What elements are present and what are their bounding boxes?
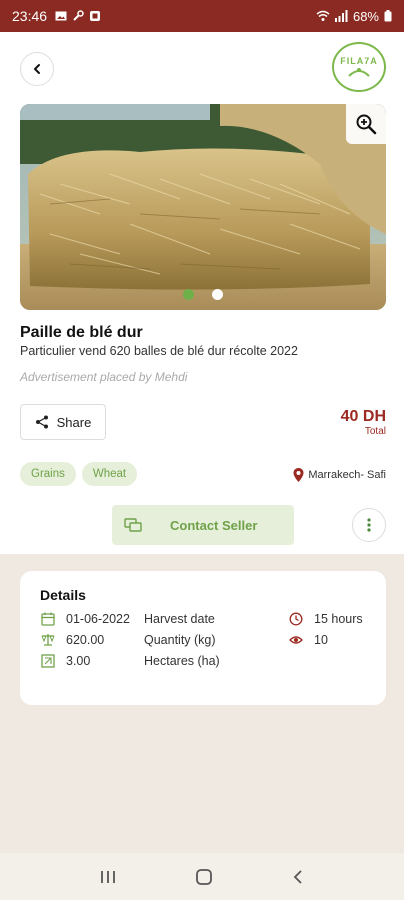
view-count-value: 10 xyxy=(314,633,328,647)
system-navigation-bar xyxy=(0,853,404,900)
location-label: Marrakech- Safi xyxy=(293,468,386,482)
leaf-icon xyxy=(348,68,370,77)
tool-icon xyxy=(73,10,84,21)
signal-icon xyxy=(334,10,348,22)
posted-time-value: 15 hours xyxy=(314,612,363,626)
calendar-icon xyxy=(40,611,56,627)
status-bar: 23:46 68% xyxy=(0,0,404,32)
carousel-dot[interactable] xyxy=(212,289,223,300)
battery-percent: 68% xyxy=(352,8,379,24)
detail-label: Quantity (kg) xyxy=(144,633,216,647)
price-label: Total xyxy=(364,426,386,437)
chevron-left-icon xyxy=(34,64,40,74)
back-nav-icon[interactable] xyxy=(291,869,305,885)
logo-text: FILA7A xyxy=(340,56,378,66)
share-button[interactable]: Share xyxy=(20,404,106,440)
tag-list: Grains Wheat xyxy=(20,462,138,486)
straw-bale-image xyxy=(20,104,386,310)
back-button[interactable] xyxy=(20,52,54,86)
detail-row-quantity: 620.00 Quantity (kg) xyxy=(40,632,216,648)
zoom-button[interactable] xyxy=(346,104,386,144)
detail-posted-time: 15 hours xyxy=(288,611,363,627)
brand-logo: FILA7A xyxy=(332,42,386,92)
detail-label: Hectares (ha) xyxy=(144,654,220,668)
carousel-indicators xyxy=(20,289,386,300)
scale-icon xyxy=(40,632,56,648)
share-icon xyxy=(35,415,48,429)
area-icon xyxy=(40,653,56,669)
more-options-button[interactable] xyxy=(352,508,386,542)
recent-apps-icon[interactable] xyxy=(99,869,117,885)
contact-seller-label: Contact Seller xyxy=(170,517,258,533)
detail-value: 3.00 xyxy=(66,654,91,668)
product-image-carousel[interactable] xyxy=(20,104,386,310)
wifi-icon xyxy=(316,10,330,21)
location-text: Marrakech- Safi xyxy=(308,469,386,481)
detail-value: 01-06-2022 xyxy=(66,612,130,626)
listing-section: FILA7A Paille de blé dur Particulier ven… xyxy=(0,32,404,554)
detail-row-harvest-date: 01-06-2022 Harvest date xyxy=(40,611,215,627)
tag-chip[interactable]: Grains xyxy=(20,462,76,486)
share-label: Share xyxy=(56,414,92,430)
zoom-in-icon xyxy=(356,114,377,135)
detail-value: 620.00 xyxy=(66,633,105,647)
chat-icon xyxy=(124,518,142,532)
tag-chip[interactable]: Wheat xyxy=(81,462,138,486)
placed-by-text: Advertisement placed by Mehdi xyxy=(20,370,188,384)
location-pin-icon xyxy=(293,468,304,482)
detail-row-hectares: 3.00 Hectares (ha) xyxy=(40,653,220,669)
details-title: Details xyxy=(40,587,86,603)
details-card: Details 01-06-2022 Harvest date 620.00 Q… xyxy=(20,571,386,705)
clock-icon xyxy=(288,611,304,627)
carousel-dot[interactable] xyxy=(183,289,194,300)
contact-seller-button[interactable]: Contact Seller xyxy=(112,505,294,545)
listing-title: Paille de blé dur xyxy=(20,324,143,341)
status-time: 23:46 xyxy=(12,8,48,24)
home-icon[interactable] xyxy=(195,868,213,886)
image-icon xyxy=(55,11,67,21)
more-vertical-icon xyxy=(367,518,371,532)
detail-view-count: 10 xyxy=(288,632,328,648)
battery-icon xyxy=(384,10,392,22)
app-icon xyxy=(90,11,101,21)
eye-icon xyxy=(288,632,304,648)
listing-subtitle: Particulier vend 620 balles de blé dur r… xyxy=(20,344,298,358)
detail-label: Harvest date xyxy=(144,612,215,626)
price-block: 40 DH Total xyxy=(341,408,386,437)
price-amount: 40 DH xyxy=(340,408,386,425)
